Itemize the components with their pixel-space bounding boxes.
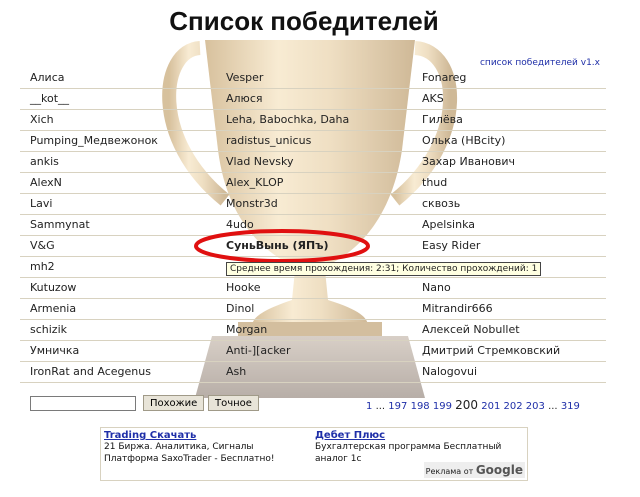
pagination-ellipsis: ...: [375, 401, 386, 412]
page-link[interactable]: 201: [481, 401, 500, 412]
search-input[interactable]: [30, 396, 136, 411]
page-link-first[interactable]: 1: [366, 401, 372, 412]
current-page: 200: [455, 398, 479, 412]
ad-block: Trading Скачать 21 Биржа. Аналитика, Сиг…: [100, 427, 528, 481]
page-link-last[interactable]: 319: [561, 401, 580, 412]
pagination: 1 ... 197 198 199 200 201 202 203 ... 31…: [366, 398, 580, 412]
google-logo: Google: [475, 463, 523, 477]
ad-text: 21 Биржа. Аналитика, Сигналы Платформа S…: [104, 442, 275, 464]
ad-item: Дебет Плюс Бухгалтерская программа Беспл…: [315, 430, 525, 465]
ad-title-link[interactable]: Дебет Плюс: [315, 430, 525, 441]
page: Список победителей список победителей v1…: [0, 0, 640, 497]
similar-button[interactable]: Похожие: [143, 395, 205, 411]
exact-button[interactable]: Точное: [208, 395, 259, 411]
page-link[interactable]: 198: [411, 401, 430, 412]
page-link[interactable]: 202: [504, 401, 523, 412]
ad-item: Trading Скачать 21 Биржа. Аналитика, Сиг…: [104, 430, 304, 465]
page-link[interactable]: 203: [526, 401, 545, 412]
ads-by-google-label[interactable]: Реклама от Google: [423, 462, 525, 478]
pagination-ellipsis: ...: [548, 401, 558, 412]
tooltip: Среднее время прохождения: 2:31; Количес…: [226, 262, 542, 276]
highlight-oval: [194, 229, 370, 263]
ad-label-prefix: Реклама от: [425, 467, 474, 476]
ad-title-link[interactable]: Trading Скачать: [104, 430, 304, 441]
page-link[interactable]: 197: [388, 401, 407, 412]
page-link[interactable]: 199: [433, 401, 452, 412]
